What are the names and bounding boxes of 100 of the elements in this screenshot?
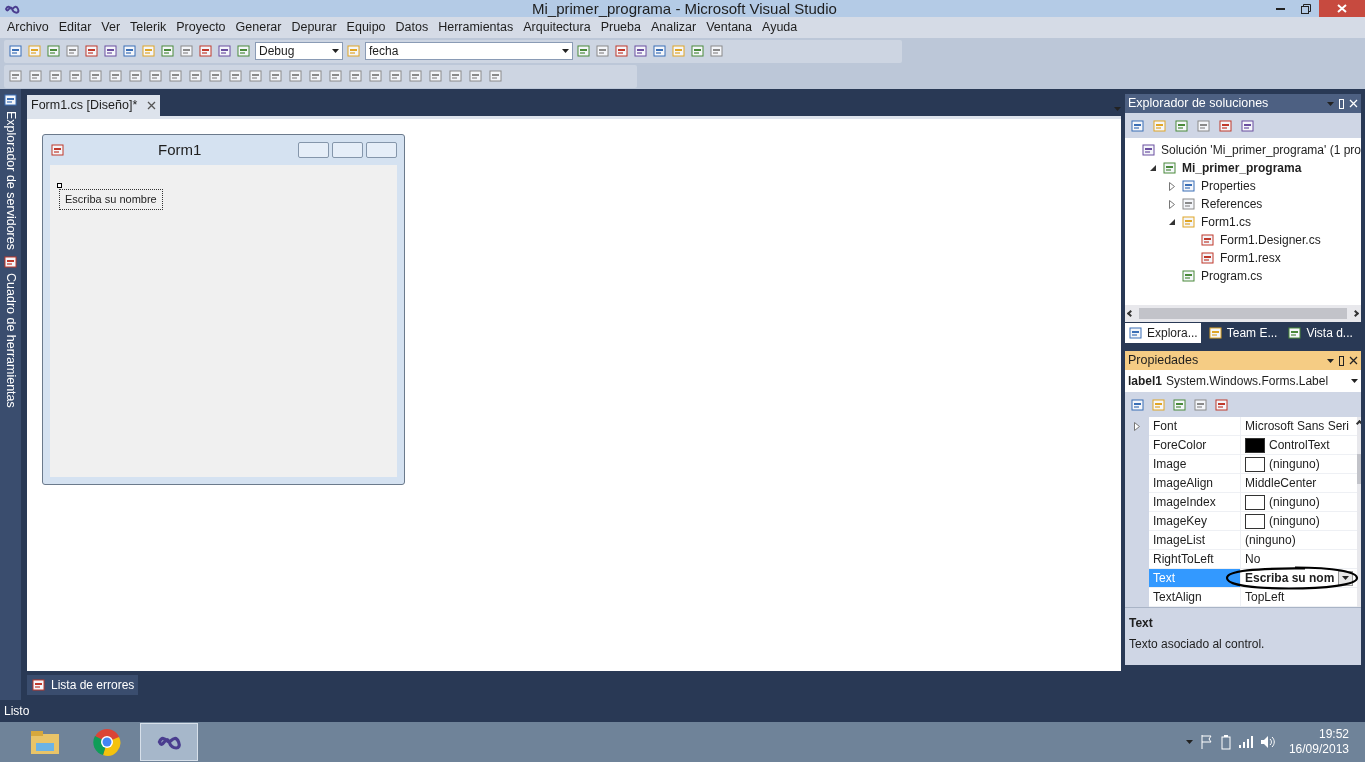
caret-icon	[332, 49, 339, 53]
flag-icon[interactable]	[1200, 735, 1213, 749]
property-row[interactable]: ImageList (ninguno)	[1149, 531, 1358, 550]
form-title: Form1	[158, 139, 202, 160]
configuration-dropdown[interactable]: Debug	[255, 42, 343, 60]
property-name[interactable]: TextAlign	[1149, 588, 1241, 606]
property-value[interactable]: Microsoft Sans Seri	[1245, 417, 1350, 435]
property-name[interactable]: Font	[1149, 417, 1241, 435]
panel-tab[interactable]: Explora...	[1125, 323, 1201, 343]
property-name[interactable]: ImageList	[1149, 531, 1241, 549]
menu-item[interactable]: Archivo	[2, 18, 54, 37]
pin-icon[interactable]	[1339, 355, 1344, 366]
maximize-button[interactable]	[332, 142, 363, 158]
property-row[interactable]: Image (ninguno)	[1149, 455, 1358, 474]
battery-icon[interactable]	[1220, 734, 1231, 750]
property-value[interactable]: No	[1245, 550, 1261, 568]
menu-item[interactable]: Datos	[390, 18, 434, 37]
menu-item[interactable]: Generar	[230, 18, 287, 37]
close-icon[interactable]	[147, 101, 157, 110]
tree-item[interactable]: Form1.cs	[1201, 213, 1251, 231]
menu-item[interactable]: Depurar	[286, 18, 342, 37]
property-name[interactable]: ImageKey	[1149, 512, 1241, 530]
form-label[interactable]: Escriba su nombre	[59, 189, 163, 210]
close-icon[interactable]	[1349, 356, 1358, 365]
folder-icon	[30, 729, 60, 755]
property-value[interactable]: (ninguno)	[1245, 531, 1296, 549]
signal-icon[interactable]	[1238, 736, 1253, 748]
app-logo-icon	[4, 3, 20, 14]
property-name[interactable]: ForeColor	[1149, 436, 1241, 454]
property-row[interactable]: RightToLeft No	[1149, 550, 1358, 569]
clock-date[interactable]: 16/09/2013	[1288, 742, 1349, 757]
panel-menu-caret-icon	[1327, 358, 1334, 363]
close-button[interactable]	[366, 142, 397, 158]
bottom-tab[interactable]: Lista de errores	[27, 675, 139, 695]
show-hidden-icons-icon	[1185, 740, 1193, 744]
tree-item[interactable]: Solución 'Mi_primer_programa' (1 pro	[1161, 141, 1361, 159]
property-name[interactable]: ImageIndex	[1149, 493, 1241, 511]
vertical-scrollbar[interactable]	[1357, 417, 1361, 607]
resize-handle[interactable]	[57, 183, 62, 188]
property-name[interactable]: Image	[1149, 455, 1241, 473]
tree-item[interactable]: Properties	[1201, 177, 1256, 195]
expanded-arrow-icon[interactable]	[1169, 219, 1175, 225]
property-row[interactable]: ForeColor ControlText	[1149, 436, 1358, 455]
close-button[interactable]	[1319, 0, 1365, 17]
description-title: Text	[1129, 615, 1154, 632]
tree-item[interactable]: References	[1201, 195, 1263, 213]
horizontal-scrollbar[interactable]	[1125, 305, 1361, 322]
taskbar-button[interactable]	[140, 723, 198, 761]
property-row[interactable]: Font Microsoft Sans Seri	[1149, 417, 1358, 436]
menu-item[interactable]: Arquitectura	[518, 18, 596, 37]
tree-item[interactable]: Program.cs	[1201, 267, 1263, 285]
menu-item[interactable]: Telerik	[125, 18, 172, 37]
property-name[interactable]: RightToLeft	[1149, 550, 1241, 568]
property-row[interactable]: ImageAlign MiddleCenter	[1149, 474, 1358, 493]
panel-title: Explorador de soluciones	[1128, 95, 1269, 113]
find-field[interactable]: fecha	[365, 42, 573, 60]
menu-item[interactable]: Proyecto	[171, 18, 231, 37]
side-tab[interactable]: Cuadro de herramientas	[1, 272, 20, 408]
panel-tab[interactable]: Team E...	[1204, 323, 1281, 343]
object-selector[interactable]: label1 System.Windows.Forms.Label	[1125, 370, 1361, 392]
menu-item[interactable]: Ver	[96, 18, 126, 37]
panel-tab[interactable]: Vista d...	[1284, 323, 1356, 343]
panel-menu-caret-icon	[1327, 101, 1334, 106]
clock-time[interactable]: 19:52	[1318, 727, 1349, 742]
property-value[interactable]: MiddleCenter	[1245, 474, 1317, 492]
menu-item[interactable]: Prueba	[595, 18, 646, 37]
tree-item[interactable]: Form1.resx	[1220, 249, 1281, 267]
form-window[interactable]: Form1 Escriba su nombre	[42, 134, 405, 485]
tree-item[interactable]: Mi_primer_programa	[1182, 159, 1302, 177]
property-value[interactable]: (ninguno)	[1269, 455, 1320, 473]
collapsed-arrow-icon[interactable]	[1169, 199, 1175, 209]
panel-title: Propiedades	[1128, 352, 1199, 370]
property-value[interactable]: (ninguno)	[1269, 493, 1320, 511]
caret-icon	[1351, 379, 1358, 383]
property-value[interactable]: (ninguno)	[1269, 512, 1320, 530]
property-value[interactable]: ControlText	[1269, 436, 1330, 454]
menu-item[interactable]: Herramientas	[433, 18, 519, 37]
collapsed-arrow-icon[interactable]	[1134, 422, 1140, 431]
property-row[interactable]: ImageIndex (ninguno)	[1149, 493, 1358, 512]
expanded-arrow-icon[interactable]	[1150, 165, 1156, 171]
window-title: Mi_primer_programa - Microsoft Visual Studio	[532, 0, 837, 17]
menu-item[interactable]: Equipo	[341, 18, 391, 37]
side-tab[interactable]: Explorador de servidores	[1, 111, 20, 250]
close-icon	[1337, 4, 1347, 13]
property-row[interactable]: TextAlign TopLeft	[1149, 588, 1358, 607]
tab-list-caret-icon	[1114, 107, 1121, 111]
speaker-icon[interactable]	[1260, 736, 1275, 748]
caret-icon	[1342, 576, 1350, 580]
tree-item[interactable]: Form1.Designer.cs	[1220, 231, 1321, 249]
menu-item[interactable]: Analizar	[645, 18, 702, 37]
caret-icon	[562, 49, 569, 53]
property-row[interactable]: ImageKey (ninguno)	[1149, 512, 1358, 531]
property-value[interactable]: TopLeft	[1245, 588, 1285, 606]
property-value[interactable]: Escriba su nom	[1245, 569, 1335, 587]
collapsed-arrow-icon[interactable]	[1169, 181, 1175, 191]
menu-item[interactable]: Editar	[53, 18, 97, 37]
menu-item[interactable]: Ventana	[701, 18, 757, 37]
menu-item[interactable]: Ayuda	[757, 18, 803, 37]
property-name[interactable]: ImageAlign	[1149, 474, 1241, 492]
document-tab[interactable]: Form1.cs [Diseño]*	[27, 95, 161, 116]
